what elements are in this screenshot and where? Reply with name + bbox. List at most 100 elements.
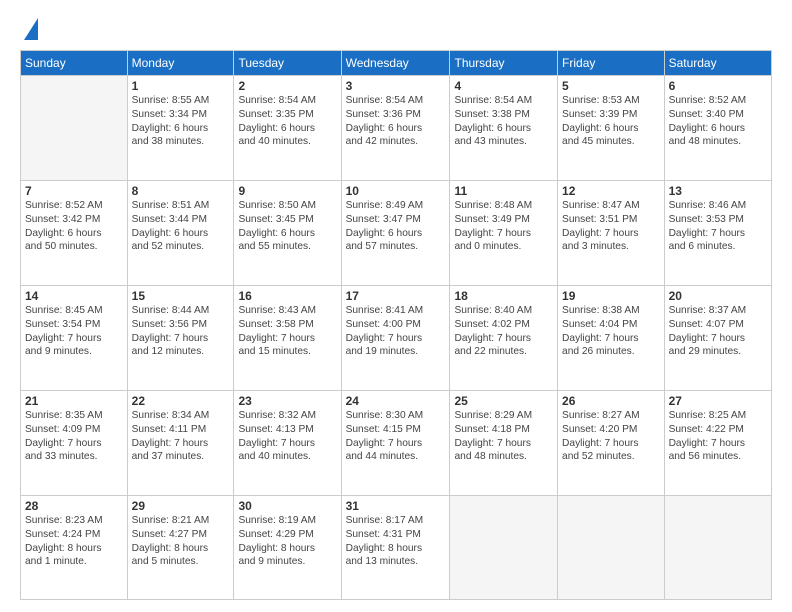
day-number: 23	[238, 394, 336, 408]
day-number: 22	[132, 394, 230, 408]
day-info: Sunrise: 8:37 AM Sunset: 4:07 PM Dayligh…	[669, 304, 767, 359]
calendar-cell: 3Sunrise: 8:54 AM Sunset: 3:36 PM Daylig…	[341, 76, 450, 181]
day-number: 1	[132, 79, 230, 93]
calendar-cell: 29Sunrise: 8:21 AM Sunset: 4:27 PM Dayli…	[127, 496, 234, 600]
calendar-cell: 1Sunrise: 8:55 AM Sunset: 3:34 PM Daylig…	[127, 76, 234, 181]
day-number: 30	[238, 499, 336, 513]
calendar-cell: 24Sunrise: 8:30 AM Sunset: 4:15 PM Dayli…	[341, 391, 450, 496]
day-info: Sunrise: 8:44 AM Sunset: 3:56 PM Dayligh…	[132, 304, 230, 359]
calendar-cell	[21, 76, 128, 181]
calendar-table: SundayMondayTuesdayWednesdayThursdayFrid…	[20, 50, 772, 600]
weekday-header-thursday: Thursday	[450, 51, 558, 76]
calendar-cell: 6Sunrise: 8:52 AM Sunset: 3:40 PM Daylig…	[664, 76, 771, 181]
weekday-header-saturday: Saturday	[664, 51, 771, 76]
calendar-cell: 16Sunrise: 8:43 AM Sunset: 3:58 PM Dayli…	[234, 286, 341, 391]
calendar-cell: 9Sunrise: 8:50 AM Sunset: 3:45 PM Daylig…	[234, 181, 341, 286]
day-number: 17	[346, 289, 446, 303]
day-info: Sunrise: 8:55 AM Sunset: 3:34 PM Dayligh…	[132, 94, 230, 149]
calendar-cell: 20Sunrise: 8:37 AM Sunset: 4:07 PM Dayli…	[664, 286, 771, 391]
day-info: Sunrise: 8:40 AM Sunset: 4:02 PM Dayligh…	[454, 304, 553, 359]
week-row-1: 1Sunrise: 8:55 AM Sunset: 3:34 PM Daylig…	[21, 76, 772, 181]
calendar-cell: 21Sunrise: 8:35 AM Sunset: 4:09 PM Dayli…	[21, 391, 128, 496]
day-info: Sunrise: 8:21 AM Sunset: 4:27 PM Dayligh…	[132, 514, 230, 569]
day-info: Sunrise: 8:54 AM Sunset: 3:35 PM Dayligh…	[238, 94, 336, 149]
day-info: Sunrise: 8:41 AM Sunset: 4:00 PM Dayligh…	[346, 304, 446, 359]
calendar-cell: 2Sunrise: 8:54 AM Sunset: 3:35 PM Daylig…	[234, 76, 341, 181]
calendar-cell: 8Sunrise: 8:51 AM Sunset: 3:44 PM Daylig…	[127, 181, 234, 286]
calendar-cell: 4Sunrise: 8:54 AM Sunset: 3:38 PM Daylig…	[450, 76, 558, 181]
calendar-cell: 11Sunrise: 8:48 AM Sunset: 3:49 PM Dayli…	[450, 181, 558, 286]
weekday-header-tuesday: Tuesday	[234, 51, 341, 76]
weekday-header-sunday: Sunday	[21, 51, 128, 76]
weekday-header-row: SundayMondayTuesdayWednesdayThursdayFrid…	[21, 51, 772, 76]
day-number: 8	[132, 184, 230, 198]
day-number: 21	[25, 394, 123, 408]
day-info: Sunrise: 8:51 AM Sunset: 3:44 PM Dayligh…	[132, 199, 230, 254]
day-number: 4	[454, 79, 553, 93]
day-number: 5	[562, 79, 660, 93]
day-info: Sunrise: 8:38 AM Sunset: 4:04 PM Dayligh…	[562, 304, 660, 359]
calendar-cell: 23Sunrise: 8:32 AM Sunset: 4:13 PM Dayli…	[234, 391, 341, 496]
day-number: 29	[132, 499, 230, 513]
header	[20, 16, 772, 40]
day-info: Sunrise: 8:54 AM Sunset: 3:38 PM Dayligh…	[454, 94, 553, 149]
day-number: 24	[346, 394, 446, 408]
calendar-cell: 31Sunrise: 8:17 AM Sunset: 4:31 PM Dayli…	[341, 496, 450, 600]
calendar-cell: 14Sunrise: 8:45 AM Sunset: 3:54 PM Dayli…	[21, 286, 128, 391]
calendar-cell: 10Sunrise: 8:49 AM Sunset: 3:47 PM Dayli…	[341, 181, 450, 286]
calendar-cell: 27Sunrise: 8:25 AM Sunset: 4:22 PM Dayli…	[664, 391, 771, 496]
day-info: Sunrise: 8:30 AM Sunset: 4:15 PM Dayligh…	[346, 409, 446, 464]
day-info: Sunrise: 8:35 AM Sunset: 4:09 PM Dayligh…	[25, 409, 123, 464]
day-number: 15	[132, 289, 230, 303]
calendar-cell	[558, 496, 665, 600]
calendar-cell: 19Sunrise: 8:38 AM Sunset: 4:04 PM Dayli…	[558, 286, 665, 391]
day-number: 26	[562, 394, 660, 408]
day-info: Sunrise: 8:54 AM Sunset: 3:36 PM Dayligh…	[346, 94, 446, 149]
calendar-cell: 15Sunrise: 8:44 AM Sunset: 3:56 PM Dayli…	[127, 286, 234, 391]
calendar-cell: 12Sunrise: 8:47 AM Sunset: 3:51 PM Dayli…	[558, 181, 665, 286]
day-info: Sunrise: 8:52 AM Sunset: 3:42 PM Dayligh…	[25, 199, 123, 254]
day-info: Sunrise: 8:29 AM Sunset: 4:18 PM Dayligh…	[454, 409, 553, 464]
day-number: 27	[669, 394, 767, 408]
calendar-cell	[450, 496, 558, 600]
day-number: 9	[238, 184, 336, 198]
day-info: Sunrise: 8:32 AM Sunset: 4:13 PM Dayligh…	[238, 409, 336, 464]
weekday-header-wednesday: Wednesday	[341, 51, 450, 76]
week-row-2: 7Sunrise: 8:52 AM Sunset: 3:42 PM Daylig…	[21, 181, 772, 286]
day-number: 7	[25, 184, 123, 198]
day-info: Sunrise: 8:19 AM Sunset: 4:29 PM Dayligh…	[238, 514, 336, 569]
day-info: Sunrise: 8:47 AM Sunset: 3:51 PM Dayligh…	[562, 199, 660, 254]
day-number: 20	[669, 289, 767, 303]
weekday-header-monday: Monday	[127, 51, 234, 76]
day-number: 2	[238, 79, 336, 93]
day-info: Sunrise: 8:34 AM Sunset: 4:11 PM Dayligh…	[132, 409, 230, 464]
day-number: 12	[562, 184, 660, 198]
calendar-cell: 5Sunrise: 8:53 AM Sunset: 3:39 PM Daylig…	[558, 76, 665, 181]
day-info: Sunrise: 8:25 AM Sunset: 4:22 PM Dayligh…	[669, 409, 767, 464]
weekday-header-friday: Friday	[558, 51, 665, 76]
logo-triangle-icon	[24, 18, 38, 40]
day-info: Sunrise: 8:52 AM Sunset: 3:40 PM Dayligh…	[669, 94, 767, 149]
day-number: 14	[25, 289, 123, 303]
day-number: 28	[25, 499, 123, 513]
calendar-cell: 28Sunrise: 8:23 AM Sunset: 4:24 PM Dayli…	[21, 496, 128, 600]
day-info: Sunrise: 8:45 AM Sunset: 3:54 PM Dayligh…	[25, 304, 123, 359]
day-number: 11	[454, 184, 553, 198]
day-info: Sunrise: 8:48 AM Sunset: 3:49 PM Dayligh…	[454, 199, 553, 254]
calendar-cell: 26Sunrise: 8:27 AM Sunset: 4:20 PM Dayli…	[558, 391, 665, 496]
day-number: 3	[346, 79, 446, 93]
day-info: Sunrise: 8:49 AM Sunset: 3:47 PM Dayligh…	[346, 199, 446, 254]
week-row-3: 14Sunrise: 8:45 AM Sunset: 3:54 PM Dayli…	[21, 286, 772, 391]
day-info: Sunrise: 8:46 AM Sunset: 3:53 PM Dayligh…	[669, 199, 767, 254]
day-number: 6	[669, 79, 767, 93]
day-number: 13	[669, 184, 767, 198]
calendar-cell: 25Sunrise: 8:29 AM Sunset: 4:18 PM Dayli…	[450, 391, 558, 496]
day-number: 31	[346, 499, 446, 513]
calendar-cell: 17Sunrise: 8:41 AM Sunset: 4:00 PM Dayli…	[341, 286, 450, 391]
calendar-cell: 22Sunrise: 8:34 AM Sunset: 4:11 PM Dayli…	[127, 391, 234, 496]
calendar-cell: 7Sunrise: 8:52 AM Sunset: 3:42 PM Daylig…	[21, 181, 128, 286]
day-number: 18	[454, 289, 553, 303]
day-info: Sunrise: 8:53 AM Sunset: 3:39 PM Dayligh…	[562, 94, 660, 149]
day-info: Sunrise: 8:43 AM Sunset: 3:58 PM Dayligh…	[238, 304, 336, 359]
logo	[20, 16, 38, 40]
